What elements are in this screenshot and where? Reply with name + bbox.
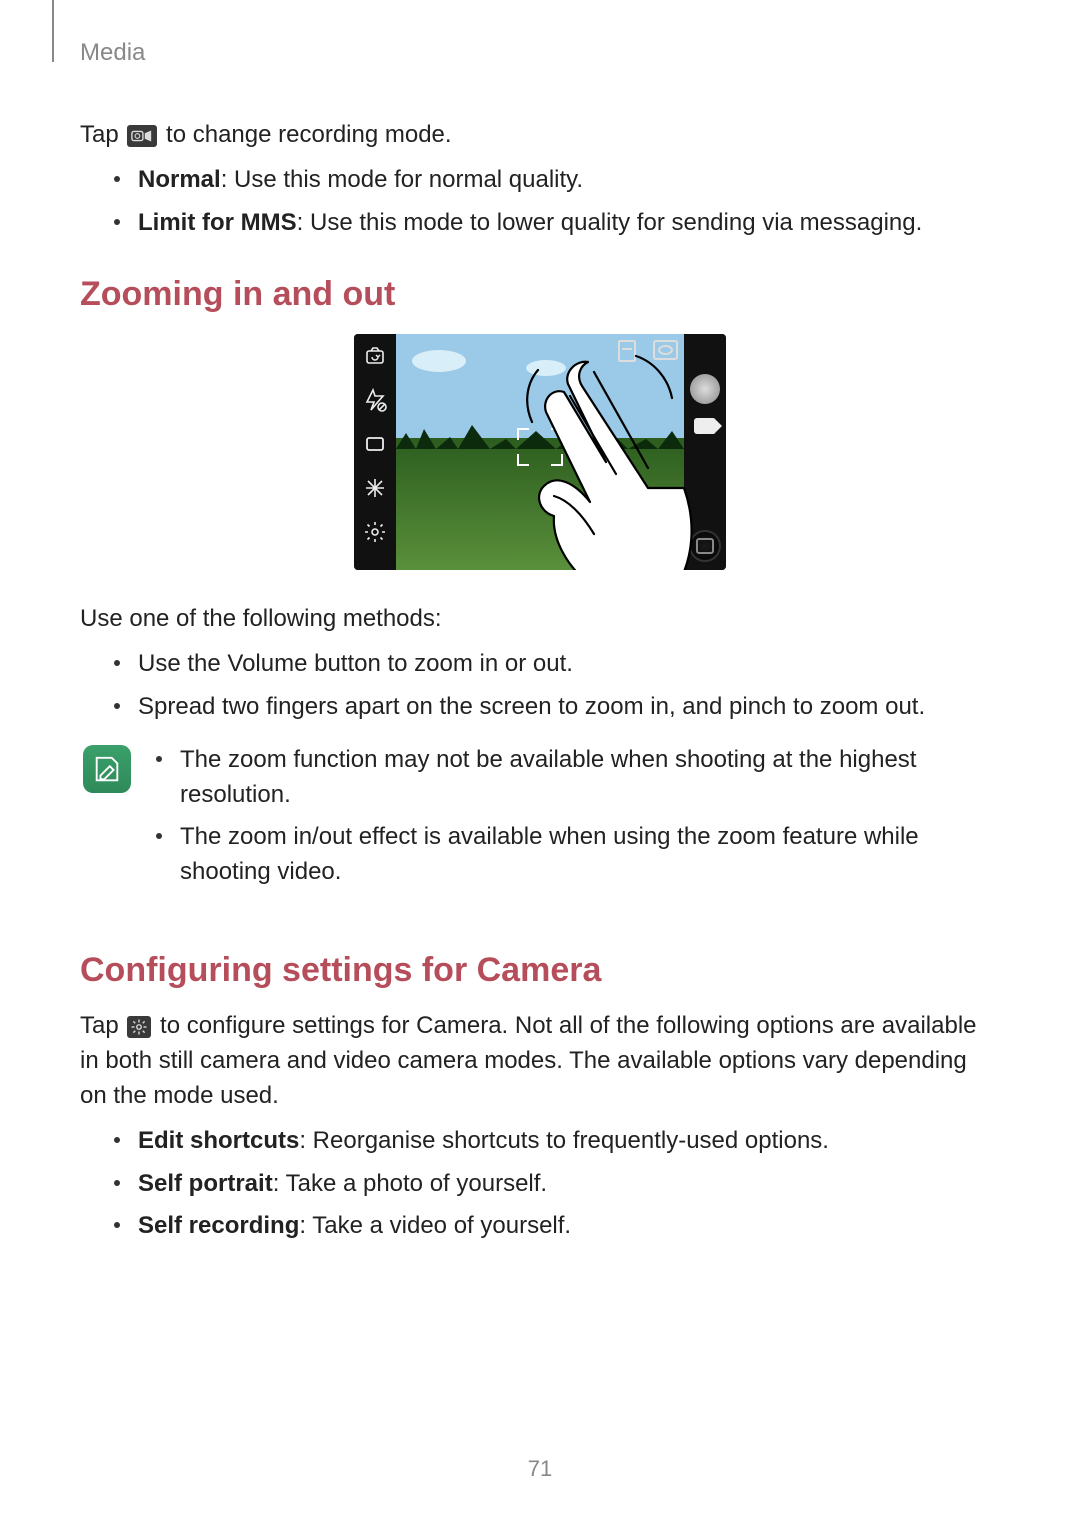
option-desc: : Use this mode for normal quality. bbox=[221, 166, 583, 193]
list-item: The zoom function may not be available w… bbox=[156, 743, 1000, 813]
option-name: Limit for MMS bbox=[138, 209, 297, 236]
record-video-button[interactable] bbox=[694, 418, 716, 434]
recording-mode-icon bbox=[127, 125, 157, 147]
settings-gear-icon[interactable] bbox=[363, 520, 387, 544]
camera-viewfinder[interactable] bbox=[396, 334, 684, 570]
zoom-figure bbox=[80, 334, 1000, 581]
list-item: Limit for MMS: Use this mode to lower qu… bbox=[114, 206, 1000, 241]
list-item: Self portrait: Take a photo of yourself. bbox=[114, 1167, 1000, 1202]
text-fragment: to configure settings for Camera. Not al… bbox=[80, 1012, 977, 1109]
page-tab-mark bbox=[52, 0, 54, 62]
list-item: Use the Volume button to zoom in or out. bbox=[114, 647, 1000, 682]
list-item: The zoom in/out effect is available when… bbox=[156, 820, 1000, 890]
zoom-heading: Zooming in and out bbox=[80, 270, 1000, 319]
text-fragment: to change recording mode. bbox=[166, 121, 452, 148]
camera-top-icon bbox=[653, 340, 678, 360]
option-desc: : Take a photo of yourself. bbox=[273, 1170, 547, 1197]
zoom-notes-block: The zoom function may not be available w… bbox=[80, 743, 1000, 916]
option-desc: : Take a video of yourself. bbox=[299, 1212, 571, 1239]
option-name: Normal bbox=[138, 166, 221, 193]
option-name: Self portrait bbox=[138, 1170, 273, 1197]
recording-mode-list: Normal: Use this mode for normal quality… bbox=[80, 163, 1000, 241]
page-number: 71 bbox=[528, 1453, 552, 1485]
document-page: Media Tap to change recording mode. Norm… bbox=[0, 0, 1080, 1527]
recording-mode-paragraph: Tap to change recording mode. bbox=[80, 118, 1000, 153]
flash-off-icon[interactable] bbox=[363, 388, 387, 412]
settings-gear-icon bbox=[127, 1016, 151, 1038]
list-item: Self recording: Take a video of yourself… bbox=[114, 1209, 1000, 1244]
option-desc: : Use this mode to lower quality for sen… bbox=[297, 209, 923, 236]
zoom-intro-text: Use one of the following methods: bbox=[80, 602, 1000, 637]
option-name: Self recording bbox=[138, 1212, 299, 1239]
list-item: Edit shortcuts: Reorganise shortcuts to … bbox=[114, 1124, 1000, 1159]
camera-right-toolbar bbox=[684, 334, 726, 570]
capture-photo-button[interactable] bbox=[690, 374, 720, 404]
autofocus-frame bbox=[517, 428, 563, 466]
list-item: Normal: Use this mode for normal quality… bbox=[114, 163, 1000, 198]
switch-camera-icon[interactable] bbox=[363, 344, 387, 368]
list-item: Spread two fingers apart on the screen t… bbox=[114, 690, 1000, 725]
effects-icon[interactable] bbox=[363, 476, 387, 500]
section-header: Media bbox=[80, 36, 145, 71]
option-name: Edit shortcuts bbox=[138, 1127, 299, 1154]
gallery-thumbnail-button[interactable] bbox=[689, 530, 721, 562]
note-icon bbox=[83, 745, 131, 793]
text-fragment: Tap bbox=[80, 121, 125, 148]
memory-indicator-icon bbox=[618, 340, 636, 362]
config-heading: Configuring settings for Camera bbox=[80, 946, 1000, 995]
mode-box-icon[interactable] bbox=[363, 432, 387, 456]
text-fragment: Tap bbox=[80, 1012, 125, 1039]
camera-left-toolbar bbox=[354, 334, 396, 570]
config-paragraph: Tap to configure settings for Camera. No… bbox=[80, 1009, 1000, 1113]
option-desc: : Reorganise shortcuts to frequently-use… bbox=[299, 1127, 829, 1154]
config-options-list: Edit shortcuts: Reorganise shortcuts to … bbox=[80, 1124, 1000, 1244]
camera-app-screenshot bbox=[354, 334, 726, 570]
zoom-methods-list: Use the Volume button to zoom in or out.… bbox=[80, 647, 1000, 725]
